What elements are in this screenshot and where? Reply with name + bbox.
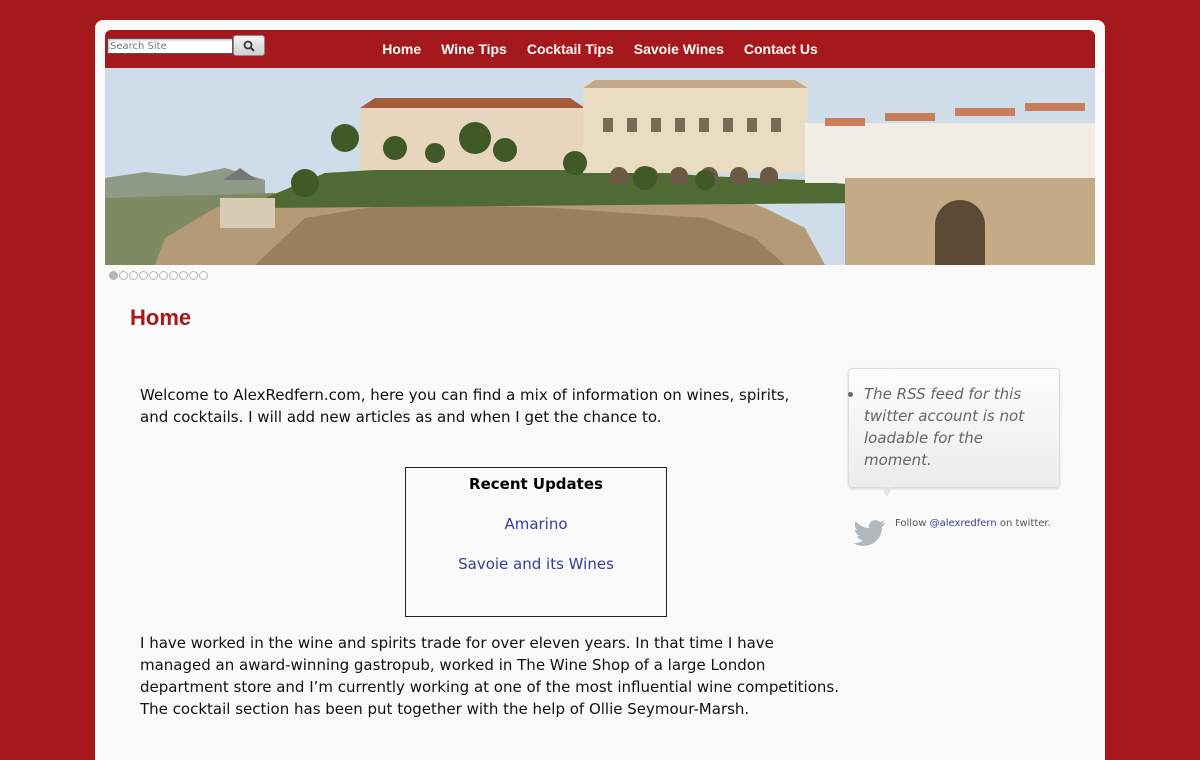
nav-cocktail-tips[interactable]: Cocktail Tips [517,41,624,57]
twitter-feed-box: The RSS feed for this twitter account is… [848,368,1060,497]
banner-landscape [105,68,1095,265]
slider-dot[interactable] [189,271,198,280]
twitter-bird-icon [853,520,886,546]
slider-dot[interactable] [169,271,178,280]
banner-image [105,68,1095,265]
slider-dot[interactable] [119,271,128,280]
about-paragraph: I have worked in the wine and spirits tr… [140,634,839,718]
update-link-savoie[interactable]: Savoie and its Wines [406,555,666,573]
top-navbar: Home Wine Tips Cocktail Tips Savoie Wine… [105,30,1095,68]
slider-dot[interactable] [129,271,138,280]
slider-dot[interactable] [199,271,208,280]
slider-dot[interactable] [159,271,168,280]
page-container: Home Wine Tips Cocktail Tips Savoie Wine… [95,20,1105,760]
slider-dot[interactable] [149,271,158,280]
main-nav: Home Wine Tips Cocktail Tips Savoie Wine… [105,30,1095,68]
recent-updates-heading: Recent Updates [469,475,603,493]
intro-paragraph: Welcome to AlexRedfern.com, here you can… [140,386,790,426]
slider-dots [109,271,208,280]
nav-wine-tips[interactable]: Wine Tips [431,41,517,57]
follow-prefix: Follow [895,518,927,529]
slider-dot[interactable] [109,271,118,280]
twitter-handle-link[interactable]: @alexredfern [930,518,997,529]
nav-home[interactable]: Home [372,41,431,57]
follow-suffix: on twitter. [999,518,1051,529]
tweet-message: The RSS feed for this twitter account is… [864,383,1049,471]
slider-dot[interactable] [139,271,148,280]
update-link-amarino[interactable]: Amarino [406,515,666,533]
slider-dot[interactable] [179,271,188,280]
nav-savoie-wines[interactable]: Savoie Wines [624,41,734,57]
tweet-bubble-tail [881,487,893,497]
page-title: Home [130,305,192,330]
nav-contact-us[interactable]: Contact Us [734,41,828,57]
twitter-follow-line: Follow @alexredfern on twitter. [895,518,1051,529]
recent-updates-box: Recent Updates Amarino Savoie and its Wi… [405,467,667,617]
